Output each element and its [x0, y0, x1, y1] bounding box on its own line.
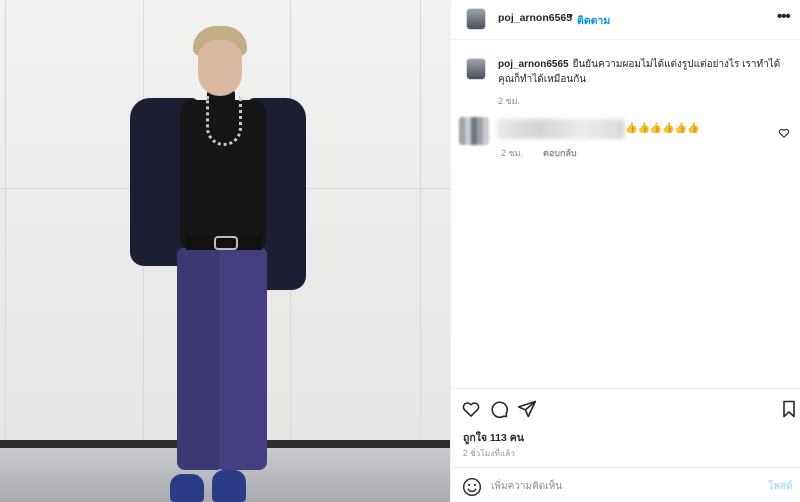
speech-bubble-icon[interactable]	[489, 399, 509, 419]
comment-like-heart-icon[interactable]	[778, 127, 790, 139]
bookmark-icon[interactable]	[779, 399, 799, 419]
comment-text: 👍👍👍👍👍👍	[625, 123, 700, 134]
belt-buckle	[214, 236, 238, 250]
header-username[interactable]: poj_arnon6565	[498, 12, 572, 24]
post-header: poj_arnon6565 • ติดตาม •••	[451, 0, 800, 40]
post-actions: ถูกใจ 113 คน 2 ชั่วโมงที่แล้ว โพสต์	[451, 388, 800, 502]
likes-count[interactable]: ถูกใจ 113 คน	[463, 429, 524, 446]
post-comment-button[interactable]: โพสต์	[768, 479, 793, 494]
separator-dot: •	[569, 10, 573, 22]
caption-text-block: poj_arnon6565 ยืนยันความผอมไม่ได้แต่งรูปแ…	[498, 57, 783, 87]
posted-time: 2 ชั่วโมงที่แล้ว	[463, 449, 516, 458]
caption-avatar[interactable]	[466, 58, 486, 80]
blurred-avatar[interactable]	[459, 117, 489, 145]
paper-plane-icon[interactable]	[517, 399, 537, 419]
comment-input[interactable]	[491, 477, 751, 495]
reply-button[interactable]: ตอบกลับ	[543, 146, 577, 160]
post-view: poj_arnon6565 • ติดตาม ••• poj_arnon6565…	[0, 0, 800, 502]
smiley-icon[interactable]	[462, 477, 482, 497]
avatar[interactable]	[466, 8, 486, 30]
jeans-left-leg	[177, 248, 221, 470]
blurred-username	[497, 119, 625, 139]
add-comment-bar: โพสต์	[451, 467, 800, 502]
face	[198, 40, 242, 96]
heart-icon[interactable]	[461, 399, 481, 419]
post-side-panel: poj_arnon6565 • ติดตาม ••• poj_arnon6565…	[450, 0, 800, 502]
right-shoe	[212, 470, 246, 502]
left-shoe	[170, 474, 204, 502]
more-options-icon[interactable]: •••	[777, 8, 791, 25]
comment-time: 2 ชม.	[501, 148, 524, 158]
chain-necklace	[206, 96, 242, 146]
post-photo[interactable]	[0, 0, 450, 502]
follow-button[interactable]: ติดตาม	[577, 12, 610, 29]
caption-time: 2 ชม.	[498, 96, 521, 106]
jeans-right-leg	[219, 248, 267, 470]
person-figure	[0, 0, 450, 502]
comment-item: 👍👍👍👍👍👍 2 ชม. ตอบกลับ	[459, 117, 799, 161]
caption-username[interactable]: poj_arnon6565	[498, 59, 569, 70]
